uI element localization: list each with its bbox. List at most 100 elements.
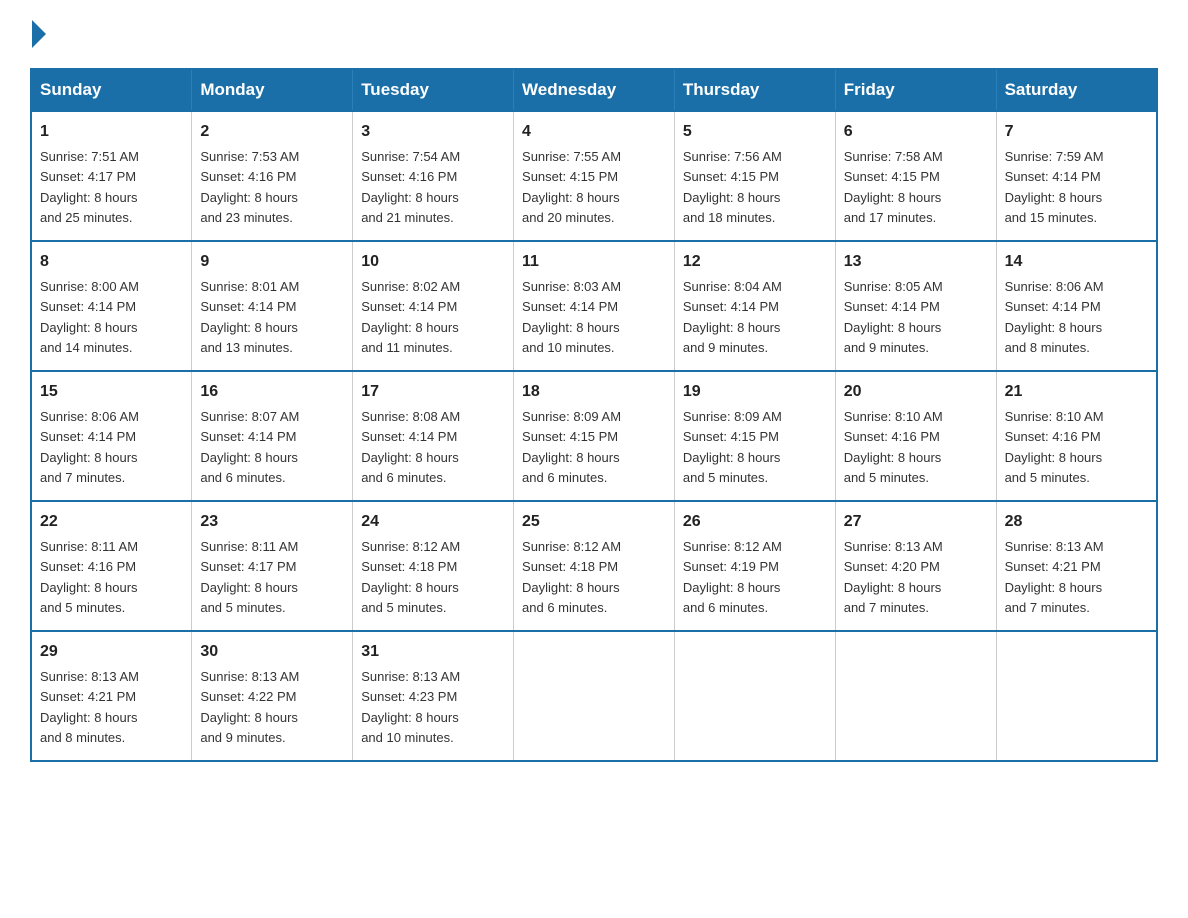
calendar-cell: 14 Sunrise: 8:06 AMSunset: 4:14 PMDaylig…	[996, 241, 1157, 371]
day-info: Sunrise: 7:56 AMSunset: 4:15 PMDaylight:…	[683, 149, 782, 225]
calendar-cell: 8 Sunrise: 8:00 AMSunset: 4:14 PMDayligh…	[31, 241, 192, 371]
day-number: 9	[200, 250, 344, 274]
day-header-friday: Friday	[835, 69, 996, 111]
calendar-cell: 10 Sunrise: 8:02 AMSunset: 4:14 PMDaylig…	[353, 241, 514, 371]
day-number: 28	[1005, 510, 1148, 534]
day-number: 4	[522, 120, 666, 144]
day-info: Sunrise: 8:06 AMSunset: 4:14 PMDaylight:…	[1005, 279, 1104, 355]
day-info: Sunrise: 8:13 AMSunset: 4:21 PMDaylight:…	[1005, 539, 1104, 615]
calendar-week-4: 22 Sunrise: 8:11 AMSunset: 4:16 PMDaylig…	[31, 501, 1157, 631]
calendar-cell: 7 Sunrise: 7:59 AMSunset: 4:14 PMDayligh…	[996, 111, 1157, 241]
calendar-table: SundayMondayTuesdayWednesdayThursdayFrid…	[30, 68, 1158, 762]
calendar-cell: 19 Sunrise: 8:09 AMSunset: 4:15 PMDaylig…	[674, 371, 835, 501]
day-info: Sunrise: 8:10 AMSunset: 4:16 PMDaylight:…	[1005, 409, 1104, 485]
calendar-cell: 26 Sunrise: 8:12 AMSunset: 4:19 PMDaylig…	[674, 501, 835, 631]
day-number: 19	[683, 380, 827, 404]
calendar-cell	[996, 631, 1157, 761]
day-info: Sunrise: 8:06 AMSunset: 4:14 PMDaylight:…	[40, 409, 139, 485]
day-number: 31	[361, 640, 505, 664]
page-header	[30, 20, 1158, 48]
calendar-cell: 12 Sunrise: 8:04 AMSunset: 4:14 PMDaylig…	[674, 241, 835, 371]
day-number: 7	[1005, 120, 1148, 144]
day-number: 5	[683, 120, 827, 144]
day-info: Sunrise: 8:12 AMSunset: 4:19 PMDaylight:…	[683, 539, 782, 615]
day-info: Sunrise: 7:51 AMSunset: 4:17 PMDaylight:…	[40, 149, 139, 225]
day-number: 14	[1005, 250, 1148, 274]
calendar-cell: 11 Sunrise: 8:03 AMSunset: 4:14 PMDaylig…	[514, 241, 675, 371]
calendar-cell: 2 Sunrise: 7:53 AMSunset: 4:16 PMDayligh…	[192, 111, 353, 241]
day-number: 16	[200, 380, 344, 404]
day-info: Sunrise: 8:13 AMSunset: 4:23 PMDaylight:…	[361, 669, 460, 745]
day-info: Sunrise: 8:12 AMSunset: 4:18 PMDaylight:…	[361, 539, 460, 615]
day-number: 21	[1005, 380, 1148, 404]
day-info: Sunrise: 8:13 AMSunset: 4:22 PMDaylight:…	[200, 669, 299, 745]
logo-arrow-icon	[32, 20, 46, 48]
calendar-cell: 23 Sunrise: 8:11 AMSunset: 4:17 PMDaylig…	[192, 501, 353, 631]
calendar-cell: 6 Sunrise: 7:58 AMSunset: 4:15 PMDayligh…	[835, 111, 996, 241]
calendar-cell: 29 Sunrise: 8:13 AMSunset: 4:21 PMDaylig…	[31, 631, 192, 761]
day-info: Sunrise: 8:00 AMSunset: 4:14 PMDaylight:…	[40, 279, 139, 355]
calendar-cell: 28 Sunrise: 8:13 AMSunset: 4:21 PMDaylig…	[996, 501, 1157, 631]
day-info: Sunrise: 8:02 AMSunset: 4:14 PMDaylight:…	[361, 279, 460, 355]
logo	[30, 20, 48, 48]
day-info: Sunrise: 8:04 AMSunset: 4:14 PMDaylight:…	[683, 279, 782, 355]
day-number: 22	[40, 510, 183, 534]
calendar-cell: 25 Sunrise: 8:12 AMSunset: 4:18 PMDaylig…	[514, 501, 675, 631]
calendar-cell: 27 Sunrise: 8:13 AMSunset: 4:20 PMDaylig…	[835, 501, 996, 631]
calendar-cell: 5 Sunrise: 7:56 AMSunset: 4:15 PMDayligh…	[674, 111, 835, 241]
day-info: Sunrise: 8:07 AMSunset: 4:14 PMDaylight:…	[200, 409, 299, 485]
calendar-week-1: 1 Sunrise: 7:51 AMSunset: 4:17 PMDayligh…	[31, 111, 1157, 241]
day-info: Sunrise: 8:05 AMSunset: 4:14 PMDaylight:…	[844, 279, 943, 355]
calendar-cell	[514, 631, 675, 761]
calendar-cell	[674, 631, 835, 761]
calendar-cell: 1 Sunrise: 7:51 AMSunset: 4:17 PMDayligh…	[31, 111, 192, 241]
day-info: Sunrise: 8:12 AMSunset: 4:18 PMDaylight:…	[522, 539, 621, 615]
calendar-cell: 4 Sunrise: 7:55 AMSunset: 4:15 PMDayligh…	[514, 111, 675, 241]
day-info: Sunrise: 8:01 AMSunset: 4:14 PMDaylight:…	[200, 279, 299, 355]
calendar-cell: 16 Sunrise: 8:07 AMSunset: 4:14 PMDaylig…	[192, 371, 353, 501]
calendar-cell: 3 Sunrise: 7:54 AMSunset: 4:16 PMDayligh…	[353, 111, 514, 241]
day-info: Sunrise: 7:59 AMSunset: 4:14 PMDaylight:…	[1005, 149, 1104, 225]
day-info: Sunrise: 7:55 AMSunset: 4:15 PMDaylight:…	[522, 149, 621, 225]
day-info: Sunrise: 8:08 AMSunset: 4:14 PMDaylight:…	[361, 409, 460, 485]
day-info: Sunrise: 8:13 AMSunset: 4:21 PMDaylight:…	[40, 669, 139, 745]
day-header-sunday: Sunday	[31, 69, 192, 111]
day-number: 18	[522, 380, 666, 404]
calendar-cell: 31 Sunrise: 8:13 AMSunset: 4:23 PMDaylig…	[353, 631, 514, 761]
calendar-week-3: 15 Sunrise: 8:06 AMSunset: 4:14 PMDaylig…	[31, 371, 1157, 501]
calendar-cell: 20 Sunrise: 8:10 AMSunset: 4:16 PMDaylig…	[835, 371, 996, 501]
day-info: Sunrise: 7:53 AMSunset: 4:16 PMDaylight:…	[200, 149, 299, 225]
day-number: 26	[683, 510, 827, 534]
calendar-cell: 30 Sunrise: 8:13 AMSunset: 4:22 PMDaylig…	[192, 631, 353, 761]
day-info: Sunrise: 8:09 AMSunset: 4:15 PMDaylight:…	[522, 409, 621, 485]
day-number: 12	[683, 250, 827, 274]
day-number: 20	[844, 380, 988, 404]
day-number: 2	[200, 120, 344, 144]
calendar-cell: 9 Sunrise: 8:01 AMSunset: 4:14 PMDayligh…	[192, 241, 353, 371]
calendar-cell	[835, 631, 996, 761]
day-number: 3	[361, 120, 505, 144]
day-number: 10	[361, 250, 505, 274]
calendar-cell: 18 Sunrise: 8:09 AMSunset: 4:15 PMDaylig…	[514, 371, 675, 501]
day-header-thursday: Thursday	[674, 69, 835, 111]
day-info: Sunrise: 8:13 AMSunset: 4:20 PMDaylight:…	[844, 539, 943, 615]
day-info: Sunrise: 8:03 AMSunset: 4:14 PMDaylight:…	[522, 279, 621, 355]
day-info: Sunrise: 8:11 AMSunset: 4:17 PMDaylight:…	[200, 539, 298, 615]
day-number: 23	[200, 510, 344, 534]
day-number: 1	[40, 120, 183, 144]
day-number: 8	[40, 250, 183, 274]
day-number: 6	[844, 120, 988, 144]
calendar-week-5: 29 Sunrise: 8:13 AMSunset: 4:21 PMDaylig…	[31, 631, 1157, 761]
day-header-tuesday: Tuesday	[353, 69, 514, 111]
day-number: 24	[361, 510, 505, 534]
calendar-week-2: 8 Sunrise: 8:00 AMSunset: 4:14 PMDayligh…	[31, 241, 1157, 371]
day-number: 25	[522, 510, 666, 534]
day-number: 15	[40, 380, 183, 404]
day-info: Sunrise: 8:10 AMSunset: 4:16 PMDaylight:…	[844, 409, 943, 485]
day-number: 17	[361, 380, 505, 404]
day-number: 30	[200, 640, 344, 664]
calendar-cell: 15 Sunrise: 8:06 AMSunset: 4:14 PMDaylig…	[31, 371, 192, 501]
day-number: 27	[844, 510, 988, 534]
day-header-wednesday: Wednesday	[514, 69, 675, 111]
day-header-monday: Monday	[192, 69, 353, 111]
